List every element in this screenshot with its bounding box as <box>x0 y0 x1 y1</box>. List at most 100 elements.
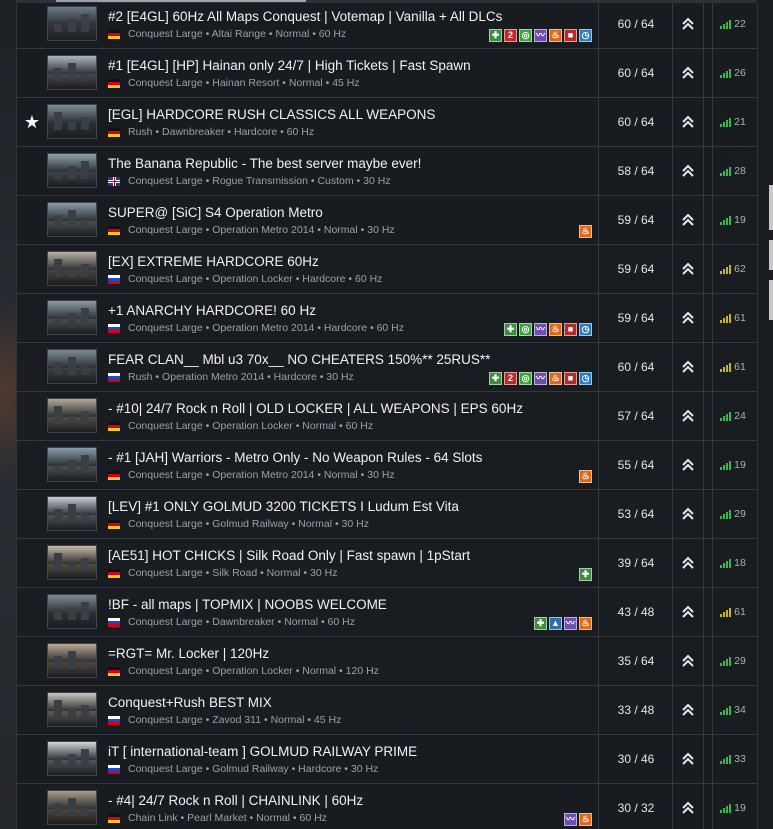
server-mode-map-text: Rush • Operation Metro 2014 • Hardcore •… <box>128 371 354 383</box>
server-details: Conquest Large • Operation Metro 2014 • … <box>108 224 395 236</box>
server-name: - #4| 24/7 Rock n Roll | CHAINLINK | 60H… <box>108 793 364 808</box>
server-mode-map-text: Conquest Large • Operation Locker • Norm… <box>128 665 379 677</box>
server-mode-map-text: Conquest Large • Operation Metro 2014 • … <box>128 322 405 334</box>
player-count: 43 / 48 <box>617 605 655 619</box>
column-divider <box>703 441 704 489</box>
player-count: 60 / 64 <box>617 17 655 31</box>
server-row[interactable]: ★ [EGL] HARDCORE RUSH CLASSICS ALL WEAPON… <box>17 98 757 147</box>
two-setting-icon: 2 <box>504 29 517 42</box>
server-row[interactable]: - #4| 24/7 Rock n Roll | CHAINLINK | 60H… <box>17 784 757 829</box>
signal-bars-icon <box>720 558 732 568</box>
country-flag-icon <box>108 372 120 382</box>
country-flag-icon <box>108 715 120 725</box>
server-name: [EGL] HARDCORE RUSH CLASSICS ALL WEAPONS <box>108 107 436 122</box>
player-count: 57 / 64 <box>617 409 655 423</box>
fire-setting-icon: ♨ <box>579 617 592 630</box>
ping-indicator: 62 <box>713 245 753 293</box>
server-row[interactable]: =RGT= Mr. Locker | 120Hz Conquest Large •… <box>17 637 757 686</box>
favorite-star-icon[interactable]: ★ <box>22 112 42 132</box>
map-thumbnail <box>47 153 97 188</box>
server-row[interactable]: #2 [E4GL] 60Hz All Maps Conquest | Votem… <box>17 3 757 49</box>
wave-setting-icon: 〰 <box>534 29 547 42</box>
double-chevron-up-icon <box>673 294 703 342</box>
server-row[interactable]: SUPER@ [SiC] S4 Operation Metro Conquest … <box>17 196 757 245</box>
map-thumbnail <box>47 202 97 237</box>
server-details: Conquest Large • Golmud Railway • Normal… <box>108 518 369 530</box>
country-flag-icon <box>108 617 120 627</box>
ping-indicator: 22 <box>713 3 753 48</box>
signal-bars-icon <box>720 607 732 617</box>
server-row[interactable]: - #1 [JAH] Warriors - Metro Only - No We… <box>17 441 757 490</box>
server-list[interactable]: #2 [E4GL] 60Hz All Maps Conquest | Votem… <box>16 3 758 829</box>
ping-value: 19 <box>734 802 746 814</box>
column-divider <box>703 686 704 734</box>
signal-bars-icon <box>720 656 732 666</box>
server-row[interactable]: - #10| 24/7 Rock n Roll | OLD LOCKER | A… <box>17 392 757 441</box>
server-row[interactable]: [EX] EXTREME HARDCORE 60Hz Conquest Large… <box>17 245 757 294</box>
server-row[interactable]: [AE51] HOT CHICKS | Silk Road Only | Fas… <box>17 539 757 588</box>
server-name: - #10| 24/7 Rock n Roll | OLD LOCKER | A… <box>108 401 523 416</box>
map-thumbnail <box>47 349 97 384</box>
plus-setting-icon: ✚ <box>504 323 517 336</box>
double-chevron-up-icon <box>673 735 703 783</box>
server-setting-badges: ✚ <box>579 568 592 581</box>
server-row[interactable]: The Banana Republic - The best server ma… <box>17 147 757 196</box>
server-mode-map-text: Conquest Large • Dawnbreaker • Normal • … <box>128 616 355 628</box>
server-row[interactable]: iT [ international-team ] GOLMUD RAILWAY… <box>17 735 757 784</box>
server-row[interactable]: #1 [E4GL] [HP] Hainan only 24/7 | High T… <box>17 49 757 98</box>
side-tab[interactable] <box>769 280 773 320</box>
server-mode-map-text: Conquest Large • Operation Metro 2014 • … <box>128 224 395 236</box>
country-flag-icon <box>108 519 120 529</box>
map-thumbnail <box>47 55 97 90</box>
double-chevron-up-icon <box>673 490 703 538</box>
plus-setting-icon: ✚ <box>579 568 592 581</box>
clock-setting-icon: ◷ <box>579 29 592 42</box>
map-thumbnail <box>47 300 97 335</box>
double-chevron-up-icon <box>673 784 703 829</box>
ping-value: 61 <box>734 312 746 324</box>
player-count: 59 / 64 <box>617 213 655 227</box>
server-row[interactable]: +1 ANARCHY HARDCORE! 60 Hz Conquest Large… <box>17 294 757 343</box>
double-chevron-up-icon <box>673 98 703 146</box>
signal-bars-icon <box>720 166 732 176</box>
server-row[interactable]: [LEV] #1 ONLY GOLMUD 3200 TICKETS I Ludu… <box>17 490 757 539</box>
server-details: Conquest Large • Operation Metro 2014 • … <box>108 469 395 481</box>
signal-bars-icon <box>720 264 732 274</box>
double-chevron-up-icon <box>673 245 703 293</box>
ping-indicator: 61 <box>713 588 753 636</box>
country-flag-icon <box>108 813 120 823</box>
server-setting-badges: ✚ ◎ 〰 ♨ ■ ◷ <box>504 323 592 336</box>
server-details: Rush • Operation Metro 2014 • Hardcore •… <box>108 371 354 383</box>
ping-indicator: 61 <box>713 294 753 342</box>
server-mode-map-text: Rush • Dawnbreaker • Hardcore • 60 Hz <box>128 126 315 138</box>
plus-setting-icon: ✚ <box>489 29 502 42</box>
double-chevron-up-icon <box>673 392 703 440</box>
ping-value: 26 <box>734 67 746 79</box>
server-row[interactable]: FEAR CLAN__ Mbl u3 70x__ NO CHEATERS 150… <box>17 343 757 392</box>
player-count: 60 / 64 <box>617 115 655 129</box>
signal-bars-icon <box>720 313 732 323</box>
map-thumbnail <box>47 790 97 825</box>
side-tab[interactable] <box>769 185 773 230</box>
side-tab[interactable] <box>769 240 773 270</box>
player-count: 39 / 64 <box>617 556 655 570</box>
ping-indicator: 26 <box>713 49 753 97</box>
server-row[interactable]: Conquest+Rush BEST MIX Conquest Large • Z… <box>17 686 757 735</box>
server-name: [AE51] HOT CHICKS | Silk Road Only | Fas… <box>108 548 471 563</box>
column-divider <box>703 294 704 342</box>
ping-indicator: 28 <box>713 147 753 195</box>
map-thumbnail <box>47 545 97 580</box>
country-flag-icon <box>108 764 120 774</box>
column-divider <box>703 392 704 440</box>
server-details: Conquest Large • Altai Range • Normal • … <box>108 28 346 40</box>
player-count: 60 / 64 <box>617 360 655 374</box>
column-divider <box>703 637 704 685</box>
double-chevron-up-icon <box>673 441 703 489</box>
clock-setting-icon: ◷ <box>579 372 592 385</box>
country-flag-icon <box>108 323 120 333</box>
server-details: Conquest Large • Zavod 311 • Normal • 45… <box>108 714 341 726</box>
server-details: Conquest Large • Hainan Resort • Normal … <box>108 77 360 89</box>
ping-value: 19 <box>734 214 746 226</box>
server-row[interactable]: !BF - all maps | TOPMIX | NOOBS WELCOME C… <box>17 588 757 637</box>
signal-bars-icon <box>720 460 732 470</box>
